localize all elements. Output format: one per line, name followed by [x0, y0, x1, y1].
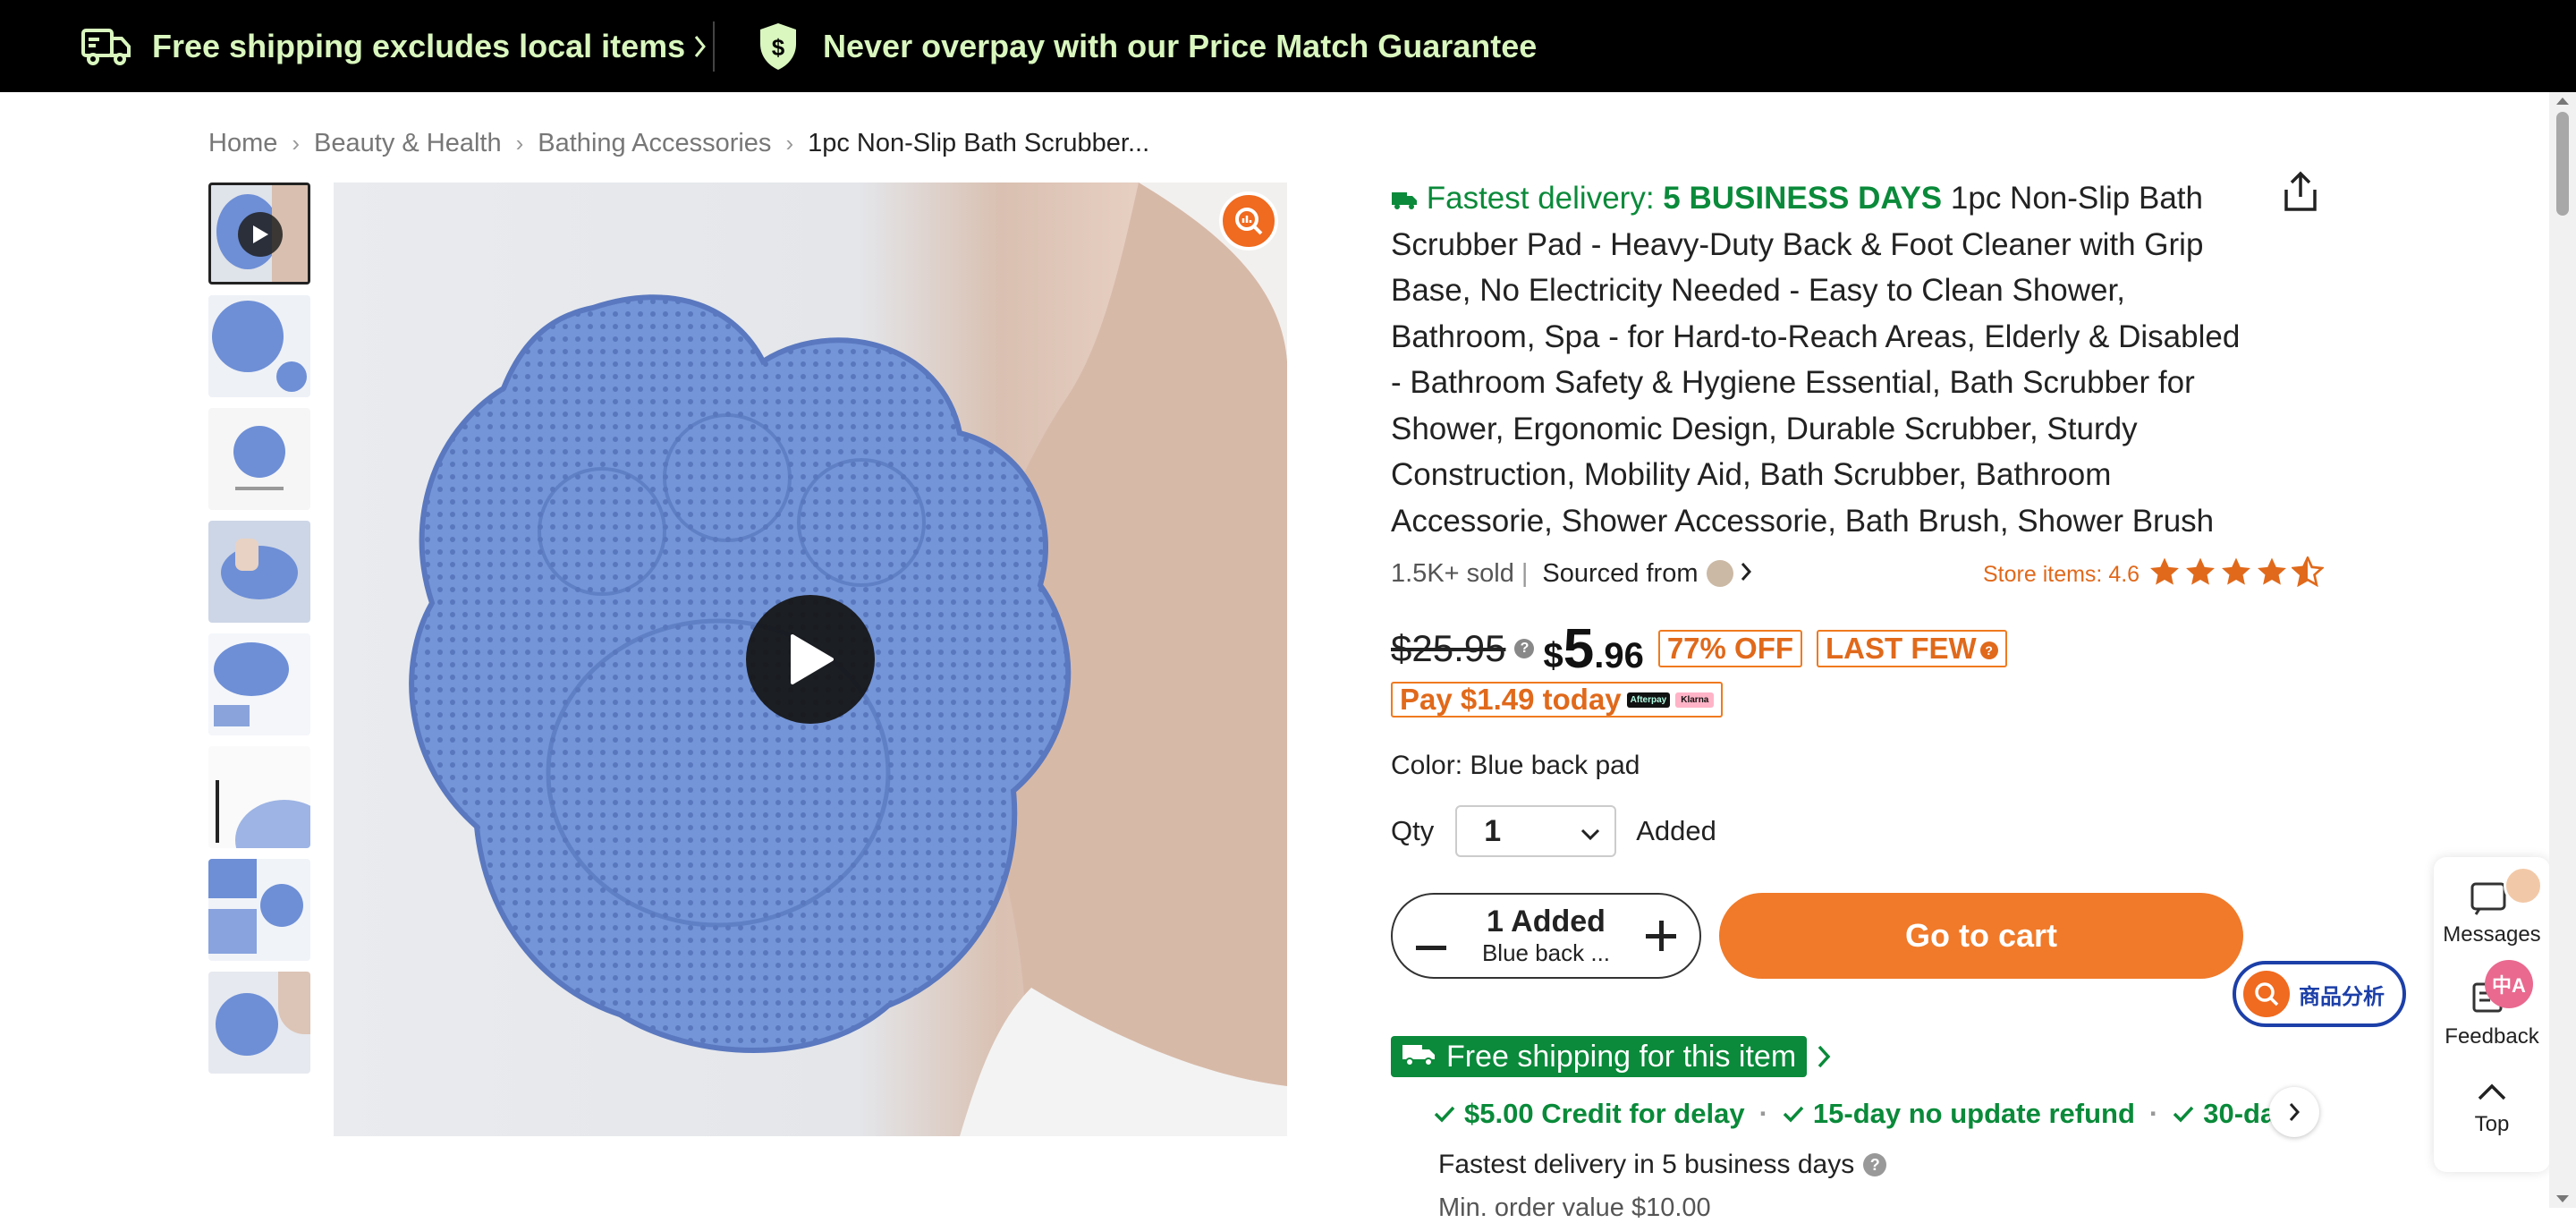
stepper-variant: Blue back ... [1481, 939, 1611, 966]
perks-next-button[interactable] [2269, 1087, 2319, 1137]
service-perks: $5.00 Credit for delay · 15-day no updat… [1434, 1096, 2279, 1132]
thumbnail-list [208, 183, 310, 1084]
svg-text:$: $ [772, 34, 785, 61]
perk-return: 30-day [2203, 1098, 2279, 1129]
half-star-icon [2290, 554, 2326, 593]
star-icon [2148, 556, 2181, 593]
fastest-delivery-info: Fastest delivery in 5 business days ? [1438, 1146, 1895, 1184]
sold-count: 1.5K+ sold [1391, 558, 1514, 588]
thumbnail-image[interactable] [208, 295, 310, 397]
chevron-right-icon [694, 35, 707, 58]
price-match-text: Never overpay with our Price Match Guara… [823, 28, 1538, 64]
free-shipping-banner[interactable]: Free shipping for this item [1391, 1036, 1808, 1077]
delivery-truck-icon [1391, 181, 1418, 216]
check-icon [1434, 1098, 1455, 1130]
go-to-cart-button[interactable]: Go to cart [1719, 893, 2243, 979]
chevron-up-icon [2478, 1083, 2506, 1100]
thumbnail-image[interactable] [208, 859, 310, 961]
help-icon[interactable]: ? [1863, 1153, 1887, 1176]
thumbnail-video[interactable] [208, 183, 310, 285]
avatar[interactable] [2504, 866, 2543, 905]
back-to-top-button[interactable]: Top [2434, 1079, 2550, 1137]
quantity-row: Qty 1 Added [1391, 805, 1716, 857]
thumbnail-image[interactable] [208, 972, 310, 1074]
share-icon[interactable] [2281, 170, 2320, 213]
thumbnail-image[interactable] [208, 746, 310, 848]
translate-icon[interactable]: 中A [2485, 960, 2533, 1008]
scrollbar-thumb[interactable] [2556, 112, 2569, 216]
breadcrumb-bathing-accessories[interactable]: Bathing Accessories [538, 129, 771, 158]
sold-row: 1.5K+ sold | Sourced from [1391, 555, 1752, 592]
product-analysis-button[interactable]: 商品分析 [2233, 961, 2406, 1027]
decrease-button[interactable] [1416, 913, 1446, 959]
chevron-right-icon[interactable] [1816, 1040, 1834, 1074]
chevron-right-icon[interactable] [1741, 559, 1752, 589]
quantity-select[interactable]: 1 [1455, 805, 1617, 857]
stepper-count: 1 Added [1487, 905, 1606, 938]
analysis-icon [2243, 971, 2290, 1017]
pay-today-text: Pay $1.49 today [1400, 683, 1622, 716]
free-shipping-text: Free shipping excludes local items [152, 28, 686, 64]
promo-bar: Free shipping excludes local items $ Nev… [0, 0, 2576, 92]
perk-refund: 15-day no update refund [1812, 1098, 2135, 1129]
play-video-button[interactable] [746, 595, 875, 724]
breadcrumb: Home › Beauty & Health › Bathing Accesso… [208, 127, 1149, 159]
free-shipping-promo[interactable]: Free shipping excludes local items [80, 21, 707, 72]
promo-divider [713, 21, 715, 72]
shield-dollar-icon: $ [757, 21, 800, 72]
stepper-info: 1 Added Blue back ... [1482, 905, 1610, 967]
check-icon [1783, 1098, 1804, 1130]
cart-quantity-stepper: 1 Added Blue back ... [1391, 893, 1701, 979]
check-icon [2173, 1098, 2194, 1130]
store-rating-label: Store items: 4.6 [1983, 561, 2140, 587]
chevron-down-icon [1580, 814, 1600, 849]
increase-button[interactable] [1645, 913, 1676, 959]
product-title-block: Fastest delivery: 5 BUSINESS DAYS 1pc No… [1391, 175, 2258, 544]
fastest-delivery-tag: Fastest delivery: 5 BUSINESS DAYS [1391, 181, 1951, 216]
breadcrumb-separator: › [515, 129, 524, 157]
truck-icon [80, 26, 132, 67]
help-icon[interactable]: ? [1514, 639, 1535, 658]
thumbnail-image[interactable] [208, 408, 310, 510]
truck-icon [1402, 1040, 1436, 1074]
source-globe-icon[interactable] [1707, 560, 1734, 587]
thumbnail-image[interactable] [208, 633, 310, 735]
breadcrumb-current: 1pc Non-Slip Bath Scrubber... [808, 128, 1150, 157]
star-icon [2184, 556, 2216, 593]
original-price: $25.95 [1391, 627, 1506, 669]
min-order-info: Min. order value $10.00 [1438, 1193, 1711, 1222]
qty-added-text: Added [1636, 815, 1716, 846]
floating-side-panel: Messages Feedback Top [2434, 857, 2550, 1172]
play-icon [238, 212, 283, 257]
star-icon [2220, 556, 2252, 593]
thumbnail-image[interactable] [208, 521, 310, 623]
sourced-from-label: Sourced from [1542, 558, 1699, 588]
scroll-up-arrow-icon[interactable] [2556, 98, 2569, 105]
breadcrumb-beauty-health[interactable]: Beauty & Health [314, 129, 502, 158]
breadcrumb-separator: › [785, 129, 794, 157]
analysis-label: 商品分析 [2299, 984, 2385, 1009]
store-rating[interactable]: Store items: 4.6 [1983, 554, 2327, 593]
scroll-down-arrow-icon[interactable] [2556, 1195, 2569, 1202]
color-selection: Color: Blue back pad [1391, 751, 1640, 780]
page-scrollbar[interactable] [2549, 92, 2576, 1208]
afterpay-logo: Afterpay [1626, 692, 1671, 708]
breadcrumb-home[interactable]: Home [208, 129, 277, 158]
klarna-logo: Klarna [1675, 692, 1715, 708]
price-match-promo[interactable]: $ Never overpay with our Price Match Gua… [757, 20, 1537, 73]
price-row: $25.95 ? $5.96 77% OFF LAST FEW? [1391, 617, 2007, 680]
image-search-icon[interactable] [1219, 191, 1278, 251]
rating-stars [2148, 554, 2327, 593]
perk-credit: $5.00 Credit for delay [1464, 1098, 1745, 1129]
discount-badge: 77% OFF [1657, 630, 1803, 667]
current-price: $5.96 [1543, 617, 1644, 680]
stock-badge[interactable]: LAST FEW? [1817, 630, 2007, 667]
product-title: 1pc Non-Slip Bath Scrubber Pad - Heavy-D… [1391, 181, 2241, 539]
star-icon [2256, 556, 2288, 593]
pay-later-row[interactable]: Pay $1.49 today Afterpay Klarna [1391, 682, 1724, 718]
qty-label: Qty [1391, 815, 1435, 846]
help-icon: ? [1979, 641, 1998, 660]
main-product-image[interactable] [334, 183, 1287, 1136]
breadcrumb-separator: › [292, 129, 301, 157]
